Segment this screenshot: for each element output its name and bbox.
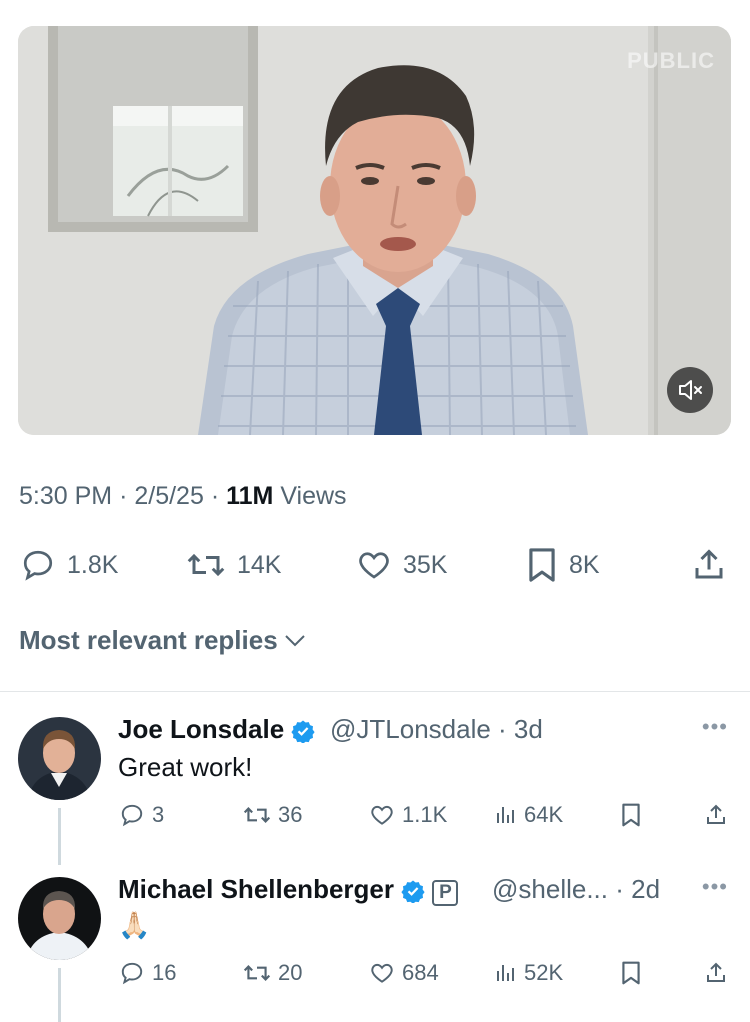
reply-time[interactable]: 2d <box>631 874 660 904</box>
analytics-icon <box>497 807 514 823</box>
like-count: 1.1K <box>402 802 448 827</box>
avatar[interactable] <box>18 717 101 800</box>
share-button[interactable] <box>691 540 727 590</box>
reply-count: 16 <box>152 960 177 985</box>
bookmark-icon <box>529 548 555 582</box>
repost-count: 20 <box>278 960 303 985</box>
reply-button[interactable]: 1.8K <box>19 540 118 590</box>
reply-share-button[interactable] <box>704 802 728 828</box>
reply-repost-button[interactable]: 36 <box>242 802 302 828</box>
like-count: 684 <box>402 960 439 985</box>
share-icon <box>707 804 725 824</box>
heart-icon <box>371 805 393 825</box>
reply-item[interactable]: Michael Shellenberger P @shelle... · 2d … <box>0 860 750 1022</box>
author-handle[interactable]: @shelle... <box>492 874 608 904</box>
handle-separator: · <box>608 874 632 904</box>
author-handle[interactable]: @JTLonsdale <box>330 714 491 744</box>
repost-count: 14K <box>237 550 282 579</box>
thread-line <box>58 808 61 865</box>
more-icon: ••• <box>701 714 728 739</box>
repost-button[interactable]: 14K <box>185 540 281 590</box>
tweet-date[interactable]: 2/5/25 <box>134 482 204 510</box>
bookmark-button[interactable]: 8K <box>525 540 600 590</box>
share-icon <box>695 549 723 579</box>
verified-badge-icon <box>401 880 425 904</box>
share-icon <box>707 962 725 982</box>
reply-reply-button[interactable]: 16 <box>118 960 176 986</box>
reply-count: 1.8K <box>67 550 119 579</box>
chevron-down-icon <box>284 634 305 646</box>
reply-views-button[interactable]: 64K <box>494 802 563 828</box>
like-count: 35K <box>403 550 448 579</box>
like-button[interactable]: 35K <box>355 540 447 590</box>
handle-separator: · <box>490 714 514 744</box>
meta-separator: · <box>119 482 135 510</box>
reply-share-button[interactable] <box>704 960 728 986</box>
tweet-meta: 5:30 PM · 2/5/25 · 11M Views <box>19 482 347 511</box>
views-label: Views <box>280 482 347 510</box>
reply-bookmark-button[interactable] <box>620 802 642 828</box>
divider <box>0 691 750 692</box>
reply-repost-button[interactable]: 20 <box>242 960 302 986</box>
verified-badge-icon <box>291 720 315 744</box>
reply-handle-time: @JTLonsdale · 3d <box>330 714 543 745</box>
reply-item[interactable]: Joe Lonsdale @JTLonsdale · 3d ••• Great … <box>0 700 750 865</box>
reply-handle-time: @shelle... · 2d <box>492 874 660 905</box>
more-icon: ••• <box>701 874 728 899</box>
repost-count: 36 <box>278 802 303 827</box>
more-options-button[interactable]: ••• <box>702 714 728 740</box>
speaker-muted-icon <box>679 380 702 400</box>
more-options-button[interactable]: ••• <box>702 874 728 900</box>
sort-label: Most relevant replies <box>19 625 278 655</box>
meta-separator: · <box>210 482 227 510</box>
reply-icon <box>121 804 143 827</box>
views-count: 11M <box>226 482 274 510</box>
author-name: Joe Lonsdale <box>118 714 285 744</box>
mute-button[interactable] <box>667 367 713 413</box>
reply-text: Great work! <box>118 752 253 782</box>
video-watermark: PUBLIC <box>627 48 715 73</box>
thread-line <box>58 968 61 1022</box>
bookmark-icon <box>622 803 640 827</box>
analytics-icon <box>497 965 514 981</box>
reply-bookmark-button[interactable] <box>620 960 642 986</box>
reply-time[interactable]: 3d <box>514 714 543 744</box>
reply-icon <box>23 550 53 581</box>
reply-author-name[interactable]: Michael Shellenberger P <box>118 874 459 906</box>
reply-author-name[interactable]: Joe Lonsdale <box>118 714 315 745</box>
repost-icon <box>243 807 271 823</box>
bookmark-icon <box>622 961 640 985</box>
reply-views-button[interactable]: 52K <box>494 960 563 986</box>
repost-icon <box>243 965 271 981</box>
reply-icon <box>121 962 143 985</box>
video-frame <box>18 26 731 435</box>
tweet-action-bar: 1.8K 14K 35K 8K <box>19 540 731 590</box>
reply-count: 3 <box>152 802 165 827</box>
views-count: 64K <box>524 802 564 827</box>
tweet-time[interactable]: 5:30 PM <box>19 482 112 510</box>
avatar[interactable] <box>18 877 101 960</box>
video-player[interactable]: PUBLIC <box>18 26 731 435</box>
author-name: Michael Shellenberger <box>118 874 394 904</box>
reply-reply-button[interactable]: 3 <box>118 802 164 828</box>
heart-icon <box>371 963 393 983</box>
views-count: 52K <box>524 960 564 985</box>
affiliate-badge[interactable]: P <box>432 880 459 906</box>
reply-sort-dropdown[interactable]: Most relevant replies <box>19 625 306 656</box>
reply-text: 🙏🏻 <box>118 910 151 940</box>
reply-like-button[interactable]: 1.1K <box>368 802 447 828</box>
heart-icon <box>359 552 389 579</box>
repost-icon <box>187 553 225 577</box>
bookmark-count: 8K <box>569 550 600 579</box>
reply-like-button[interactable]: 684 <box>368 960 439 986</box>
